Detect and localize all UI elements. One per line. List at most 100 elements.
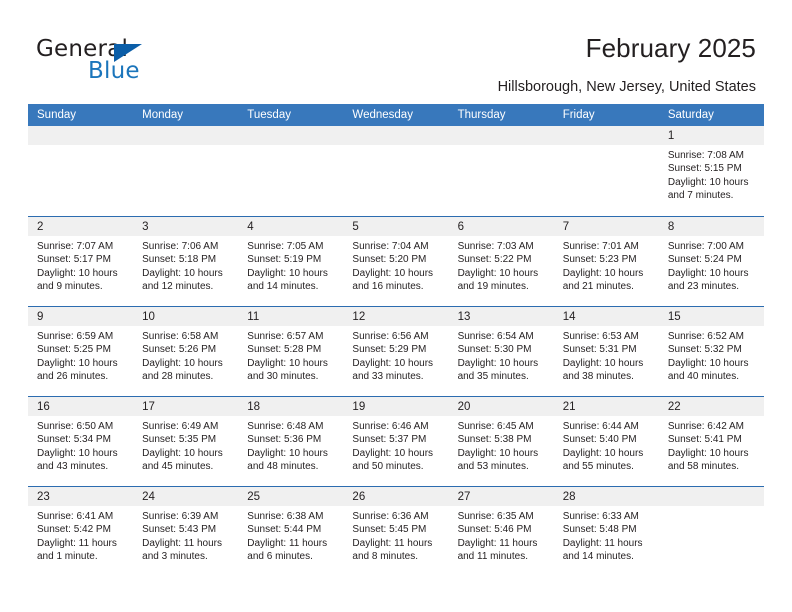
day-number-band: [238, 126, 344, 145]
calendar-day-cell[interactable]: 21 Sunrise: 6:44 AM Sunset: 5:40 PM Dayligh…: [553, 397, 659, 486]
calendar-day-cell[interactable]: 22 Sunrise: 6:42 AM Sunset: 5:41 PM Dayligh…: [658, 397, 764, 486]
calendar-week-row: 16 Sunrise: 6:50 AM Sunset: 5:34 PM Dayligh…: [28, 396, 764, 486]
day-details: Sunrise: 7:00 AM Sunset: 5:24 PM Daylight:…: [659, 236, 764, 294]
day-number: 23: [37, 491, 50, 503]
day-number: 3: [142, 221, 149, 233]
sunset-text: Sunset: 5:41 PM: [667, 434, 742, 446]
calendar-week-row: 1 Sunrise: 7:08 AM Sunset: 5:15 PM Daylight…: [28, 126, 764, 216]
calendar-weeks: 1 Sunrise: 7:08 AM Sunset: 5:15 PM Daylight…: [28, 126, 764, 576]
day-number-band: [658, 487, 764, 506]
daylight-text: Daylight: 10 hours: [667, 357, 749, 369]
calendar-day-cell[interactable]: 16 Sunrise: 6:50 AM Sunset: 5:34 PM Dayligh…: [28, 397, 134, 486]
daylight-text-cont: and 43 minutes.: [37, 461, 109, 473]
day-number: 8: [667, 221, 675, 233]
daylight-text-cont: and 14 minutes.: [562, 551, 634, 563]
daylight-text: Daylight: 11 hours: [562, 537, 643, 549]
daylight-text-cont: and 6 minutes.: [247, 551, 313, 563]
daylight-text-cont: and 16 minutes.: [352, 281, 424, 293]
calendar-day-cell[interactable]: 8 Sunrise: 7:00 AM Sunset: 5:24 PM Daylight…: [658, 217, 764, 306]
day-number: 12: [352, 311, 366, 323]
daylight-text-cont: and 30 minutes.: [247, 371, 319, 383]
daylight-text: Daylight: 10 hours: [562, 267, 644, 279]
day-number-band: 14: [553, 307, 659, 326]
day-details: Sunrise: 6:58 AM Sunset: 5:26 PM Daylight:…: [133, 326, 238, 384]
sunset-text: Sunset: 5:22 PM: [457, 254, 532, 266]
calendar-day-cell[interactable]: 7 Sunrise: 7:01 AM Sunset: 5:23 PM Daylight…: [553, 217, 659, 306]
day-number-band: 23: [28, 487, 134, 506]
calendar-day-cell[interactable]: 11 Sunrise: 6:57 AM Sunset: 5:28 PM Dayligh…: [238, 307, 344, 396]
day-details: Sunrise: 7:07 AM Sunset: 5:17 PM Daylight:…: [28, 236, 133, 294]
day-number-band: 20: [448, 397, 554, 416]
day-number-band: 2: [28, 217, 134, 236]
calendar-day-cell[interactable]: 10 Sunrise: 6:58 AM Sunset: 5:26 PM Dayligh…: [133, 307, 239, 396]
calendar-day-cell[interactable]: 1 Sunrise: 7:08 AM Sunset: 5:15 PM Daylight…: [658, 126, 764, 216]
calendar-day-cell[interactable]: 4 Sunrise: 7:05 AM Sunset: 5:19 PM Daylight…: [238, 217, 344, 306]
day-number: 4: [247, 221, 254, 233]
daylight-text: Daylight: 10 hours: [562, 357, 644, 369]
day-details: Sunrise: 6:42 AM Sunset: 5:41 PM Daylight:…: [659, 416, 764, 474]
day-details: Sunrise: 6:44 AM Sunset: 5:40 PM Daylight:…: [554, 416, 659, 474]
day-number-band: 18: [238, 397, 344, 416]
calendar-day-cell[interactable]: 27 Sunrise: 6:35 AM Sunset: 5:46 PM Dayligh…: [448, 487, 554, 576]
calendar-day-cell[interactable]: 15 Sunrise: 6:52 AM Sunset: 5:32 PM Dayligh…: [658, 307, 764, 396]
calendar-day-cell[interactable]: 2 Sunrise: 7:07 AM Sunset: 5:17 PM Daylight…: [28, 217, 134, 306]
calendar-day-cell[interactable]: 23 Sunrise: 6:41 AM Sunset: 5:42 PM Dayligh…: [28, 487, 134, 576]
calendar-day-cell[interactable]: 12 Sunrise: 6:56 AM Sunset: 5:29 PM Dayligh…: [343, 307, 449, 396]
day-details: Sunrise: 6:46 AM Sunset: 5:37 PM Daylight:…: [343, 416, 448, 474]
daylight-text-cont: and 28 minutes.: [142, 371, 214, 383]
calendar-day-cell[interactable]: 28 Sunrise: 6:33 AM Sunset: 5:48 PM Dayligh…: [553, 487, 659, 576]
calendar-grid: Sunday Monday Tuesday Wednesday Thursday Frid…: [28, 104, 764, 576]
calendar-empty-cell: [448, 126, 554, 216]
day-details: [659, 506, 764, 510]
calendar-day-cell[interactable]: 3 Sunrise: 7:06 AM Sunset: 5:18 PM Daylight…: [133, 217, 239, 306]
day-number-band: 15: [658, 307, 764, 326]
daylight-text-cont: and 7 minutes.: [667, 190, 734, 202]
day-details: [133, 145, 238, 149]
calendar-day-cell[interactable]: 6 Sunrise: 7:03 AM Sunset: 5:22 PM Daylight…: [448, 217, 554, 306]
day-number: 16: [37, 401, 50, 413]
calendar-day-cell[interactable]: 14 Sunrise: 6:53 AM Sunset: 5:31 PM Dayligh…: [553, 307, 659, 396]
daylight-text: Daylight: 11 hours: [247, 537, 328, 549]
sunset-text: Sunset: 5:19 PM: [247, 254, 322, 266]
calendar-day-cell[interactable]: 19 Sunrise: 6:46 AM Sunset: 5:37 PM Dayligh…: [343, 397, 449, 486]
day-number-band: 22: [658, 397, 764, 416]
day-number: 10: [142, 311, 155, 323]
sunset-text: Sunset: 5:18 PM: [142, 254, 217, 266]
calendar-day-cell[interactable]: 18 Sunrise: 6:48 AM Sunset: 5:36 PM Dayligh…: [238, 397, 344, 486]
sunset-text: Sunset: 5:31 PM: [562, 344, 637, 356]
page-header: General Blue February 2025 Hillsborough,…: [0, 0, 792, 104]
sunset-text: Sunset: 5:23 PM: [562, 254, 637, 266]
day-details: Sunrise: 6:50 AM Sunset: 5:34 PM Daylight:…: [28, 416, 133, 474]
day-details: Sunrise: 6:56 AM Sunset: 5:29 PM Daylight:…: [343, 326, 448, 384]
daylight-text: Daylight: 11 hours: [457, 537, 538, 549]
calendar-day-cell[interactable]: 9 Sunrise: 6:59 AM Sunset: 5:25 PM Daylight…: [28, 307, 134, 396]
daylight-text-cont: and 45 minutes.: [142, 461, 214, 473]
day-number-band: 19: [343, 397, 449, 416]
day-number-band: 6: [448, 217, 554, 236]
sunrise-text: Sunrise: 6:50 AM: [37, 421, 114, 432]
day-number-band: 28: [553, 487, 659, 506]
day-details: Sunrise: 7:08 AM Sunset: 5:15 PM Daylight:…: [659, 145, 764, 203]
calendar-day-cell[interactable]: 13 Sunrise: 6:54 AM Sunset: 5:30 PM Dayligh…: [448, 307, 554, 396]
daylight-text-cont: and 55 minutes.: [562, 461, 634, 473]
sunset-text: Sunset: 5:24 PM: [667, 254, 742, 266]
calendar-day-cell[interactable]: 20 Sunrise: 6:45 AM Sunset: 5:38 PM Dayligh…: [448, 397, 554, 486]
calendar-day-cell[interactable]: 5 Sunrise: 7:04 AM Sunset: 5:20 PM Daylight…: [343, 217, 449, 306]
day-details: [554, 145, 659, 149]
day-number-band: [343, 126, 449, 145]
calendar-day-cell[interactable]: 17 Sunrise: 6:49 AM Sunset: 5:35 PM Dayligh…: [133, 397, 239, 486]
sunrise-text: Sunrise: 6:57 AM: [247, 331, 324, 342]
day-number-band: 24: [133, 487, 239, 506]
day-number-band: 12: [343, 307, 449, 326]
day-number: 24: [142, 491, 155, 503]
day-details: [28, 145, 133, 149]
calendar-day-cell[interactable]: 24 Sunrise: 6:39 AM Sunset: 5:43 PM Dayligh…: [133, 487, 239, 576]
daylight-text: Daylight: 11 hours: [142, 537, 222, 549]
calendar-day-cell[interactable]: 25 Sunrise: 6:38 AM Sunset: 5:44 PM Dayligh…: [238, 487, 344, 576]
sunset-text: Sunset: 5:45 PM: [352, 524, 427, 536]
calendar-day-cell[interactable]: 26 Sunrise: 6:36 AM Sunset: 5:45 PM Dayligh…: [343, 487, 449, 576]
sunrise-text: Sunrise: 6:56 AM: [352, 331, 429, 342]
sunset-text: Sunset: 5:20 PM: [352, 254, 427, 266]
sunset-text: Sunset: 5:43 PM: [142, 524, 217, 536]
sunset-text: Sunset: 5:42 PM: [37, 524, 111, 536]
